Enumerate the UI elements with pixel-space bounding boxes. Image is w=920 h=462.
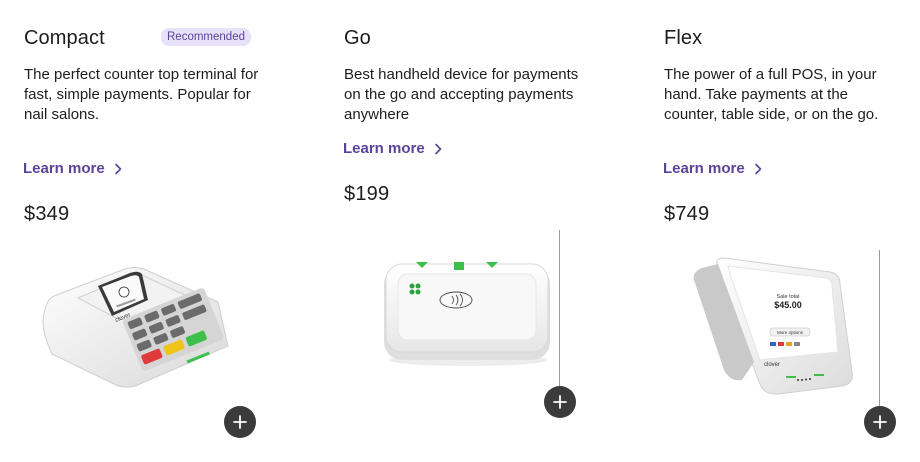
product-description: The perfect counter top terminal for fas… <box>24 66 259 123</box>
learn-more-label: Learn more <box>343 140 425 157</box>
chevron-right-icon <box>754 163 762 174</box>
card-header: Go <box>344 26 584 50</box>
product-title: Compact <box>24 26 105 49</box>
compact-device-image: clover <box>42 267 229 388</box>
add-go-button[interactable] <box>544 386 576 418</box>
screen-options-button: More options <box>777 330 804 335</box>
recommended-badge: Recommended <box>161 28 251 46</box>
chevron-right-icon <box>434 143 442 154</box>
learn-more-link[interactable]: Learn more <box>343 140 445 157</box>
plus-icon <box>233 415 247 429</box>
product-card-go: Go Best handheld device for payments on … <box>343 0 644 462</box>
go-device-image <box>384 262 550 366</box>
divider-line <box>879 250 880 406</box>
product-description: Best handheld device for payments on the… <box>344 66 579 123</box>
learn-more-label: Learn more <box>23 160 105 177</box>
add-flex-button[interactable] <box>864 406 896 438</box>
flex-device-image: Sale total $45.00 More options clover <box>693 257 853 395</box>
clover-logo-text: clover <box>764 362 780 368</box>
plus-icon <box>553 395 567 409</box>
add-compact-button[interactable] <box>224 406 256 438</box>
product-description: The power of a full POS, in your hand. T… <box>664 66 879 123</box>
learn-more-link[interactable]: Learn more <box>23 160 125 177</box>
screen-amount: $45.00 <box>774 300 802 310</box>
product-title: Go <box>344 26 371 49</box>
product-card-flex: Flex The power of a full POS, in your ha… <box>663 0 920 462</box>
divider-line <box>559 230 560 392</box>
plus-icon <box>873 415 887 429</box>
product-title: Flex <box>664 26 703 49</box>
product-card-compact: Compact Recommended The perfect counter … <box>23 0 324 462</box>
product-price: $199 <box>344 183 390 205</box>
card-header: Flex <box>664 26 904 50</box>
learn-more-label: Learn more <box>663 160 745 177</box>
product-price: $749 <box>664 203 710 225</box>
card-header: Compact Recommended <box>24 26 264 50</box>
product-price: $349 <box>24 203 70 225</box>
chevron-right-icon <box>114 163 122 174</box>
learn-more-link[interactable]: Learn more <box>663 160 765 177</box>
